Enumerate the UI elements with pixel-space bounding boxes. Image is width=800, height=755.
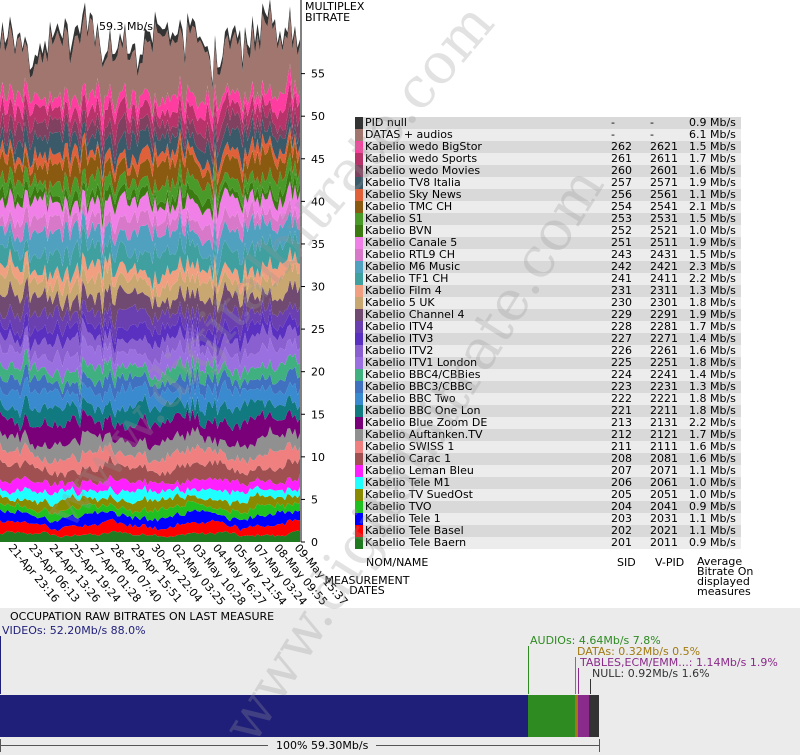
legend-swatch [355, 369, 363, 381]
videos-segment [0, 695, 528, 737]
audios-segment [528, 695, 575, 737]
legend-swatch [355, 141, 363, 153]
occupation-bar [0, 695, 600, 737]
legend-swatch [355, 477, 363, 489]
total-scale-right-tick [599, 739, 600, 752]
legend-header-name: NOM/NAME [366, 556, 429, 569]
videos-label: VIDEOs: 52.20Mb/s 88.0% [2, 624, 146, 637]
legend-header-sid: SID [617, 556, 636, 569]
tables-segment [577, 695, 590, 737]
occupation-panel: OCCUPATION RAW BITRATES ON LAST MEASURE … [0, 608, 800, 755]
legend-header-vpid: V-PID [655, 556, 685, 569]
legend-swatch [355, 381, 363, 393]
legend-swatch [355, 189, 363, 201]
legend-swatch [355, 513, 363, 525]
legend-swatch [355, 417, 363, 429]
y-tick-label: 35 [311, 238, 325, 251]
y-axis-label: MULTIPLEX BITRATE [305, 0, 365, 24]
legend-row: Kabelio Tele Baern 201 2011 0.9 Mb/s [355, 537, 741, 549]
legend-swatch [355, 501, 363, 513]
legend-vpid: 2011 [648, 537, 687, 549]
legend-swatch [355, 273, 363, 285]
legend-swatch [355, 225, 363, 237]
legend-swatch [355, 453, 363, 465]
legend-swatch [355, 261, 363, 273]
y-tick-label: 50 [311, 110, 325, 123]
audios-leader [528, 646, 529, 694]
legend-swatch [355, 153, 363, 165]
legend-swatch [355, 405, 363, 417]
legend-swatch [355, 201, 363, 213]
chart-areas [0, 0, 300, 542]
legend-name: Kabelio Tele Baern [363, 537, 609, 549]
legend-swatch [355, 333, 363, 345]
y-tick-label: 0 [311, 536, 318, 549]
chart-title: 59.3 Mb/s [99, 20, 153, 33]
legend-swatch [355, 345, 363, 357]
tables-leader [578, 668, 579, 694]
null-label: NULL: 0.92Mb/s 1.6% [592, 667, 710, 680]
legend-swatch [355, 489, 363, 501]
y-tick-label: 45 [311, 153, 325, 166]
legend-swatch [355, 297, 363, 309]
y-tick-label: 40 [311, 195, 325, 208]
y-ticks: 0 5 10 15 20 25 30 35 40 45 50 55 [301, 68, 325, 549]
legend-sid: 201 [609, 537, 648, 549]
y-tick-label: 15 [311, 408, 325, 421]
legend-swatch [355, 309, 363, 321]
null-segment [589, 695, 599, 737]
y-tick-label: 5 [311, 493, 318, 506]
legend-swatch [355, 441, 363, 453]
legend-swatch [355, 237, 363, 249]
legend-swatch [355, 321, 363, 333]
y-tick-label: 30 [311, 281, 325, 294]
null-leader [590, 679, 591, 694]
legend-swatch [355, 537, 363, 549]
legend-swatch [355, 285, 363, 297]
legend-table: PID null - -0.9 Mb/s DATAS + audios - -6.1 Mb… [355, 117, 741, 549]
total-scale-left-tick [0, 739, 1, 752]
legend-swatch [355, 465, 363, 477]
legend-bitrate: 0.9 Mb/s [687, 537, 741, 549]
legend-swatch [355, 213, 363, 225]
datas-leader [575, 657, 576, 694]
x-axis-label: MEASUREMENT DATES [324, 574, 410, 597]
total-label: 100% 59.30Mb/s [268, 740, 377, 751]
y-tick-label: 20 [311, 366, 325, 379]
y-tick-label: 25 [311, 323, 325, 336]
legend-header-bitrate: Average Bitrate On displayed measures [697, 555, 754, 598]
legend-swatch [355, 393, 363, 405]
legend-swatch [355, 357, 363, 369]
legend-swatch [355, 429, 363, 441]
legend-swatch [355, 525, 363, 537]
legend-swatch [355, 249, 363, 261]
legend-swatch [355, 177, 363, 189]
videos-leader [0, 636, 1, 694]
y-tick-label: 55 [311, 68, 325, 81]
legend-swatch [355, 165, 363, 177]
occupation-title: OCCUPATION RAW BITRATES ON LAST MEASURE [10, 610, 275, 623]
y-tick-label: 10 [311, 451, 325, 464]
legend-swatch [355, 129, 363, 141]
x-ticks: 21-Apr 23:1623-Apr 06:1324-Apr 13:2625-A… [6, 542, 351, 608]
legend-swatch [355, 117, 363, 129]
